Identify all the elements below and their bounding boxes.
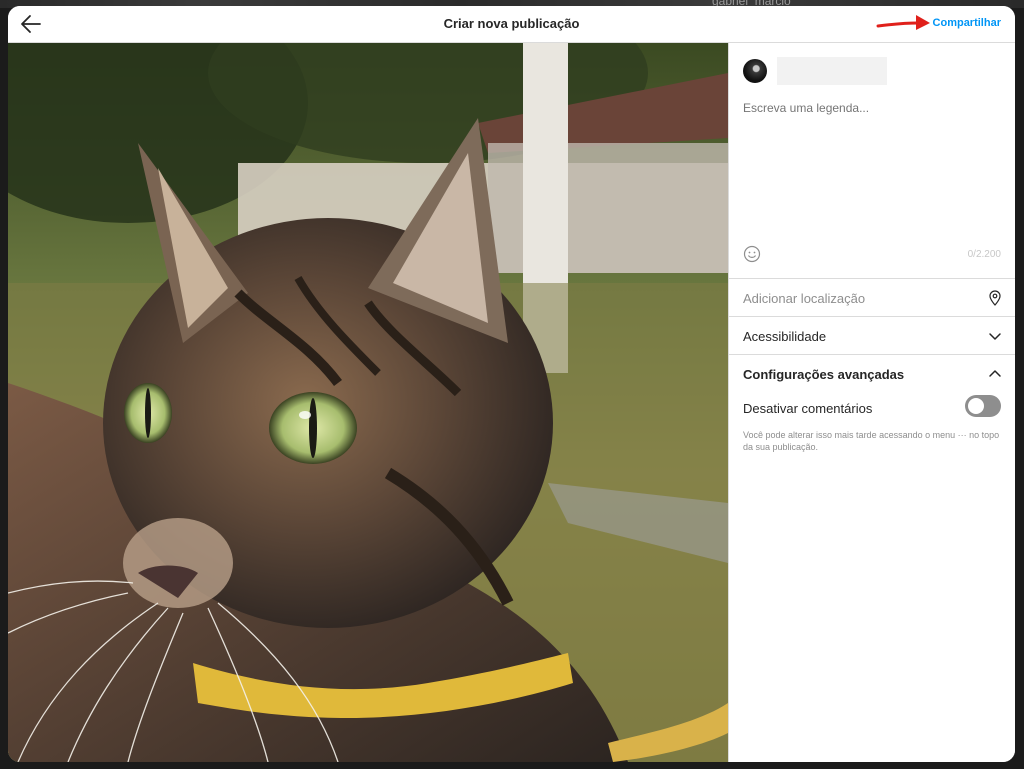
cat-photo (8, 43, 728, 762)
modal-header: Criar nova publicação Compartilhar (8, 6, 1015, 43)
accessibility-row[interactable]: Acessibilidade (729, 316, 1015, 354)
share-button[interactable]: Compartilhar (933, 17, 1001, 29)
create-post-modal: Criar nova publicação Compartilhar Escre… (8, 6, 1015, 762)
red-arrow-annotation (876, 15, 930, 30)
caption-input[interactable] (743, 101, 1003, 241)
author-row (743, 57, 993, 85)
accessibility-label: Acessibilidade (743, 329, 827, 344)
disable-comments-toggle[interactable] (965, 395, 1001, 417)
comments-help-text: Você pode alterar isso mais tarde acessa… (743, 430, 1000, 452)
post-details-panel: 0/2.200 Adicionar localização Acessibili… (728, 43, 1015, 762)
modal-title: Criar nova publicação (443, 16, 580, 31)
add-location-row[interactable]: Adicionar localização (729, 278, 1015, 316)
add-location-label: Adicionar localização (743, 291, 866, 306)
advanced-settings-row[interactable]: Configurações avançadas (729, 354, 1015, 392)
avatar (743, 59, 767, 83)
smiley-icon (743, 245, 761, 263)
advanced-settings-label: Configurações avançadas (743, 367, 905, 382)
map-pin-icon (989, 290, 1001, 306)
chevron-up-icon (989, 370, 1001, 377)
emoji-button[interactable] (743, 245, 761, 263)
toggle-knob (968, 398, 984, 414)
username-redacted (777, 57, 887, 85)
character-counter: 0/2.200 (967, 249, 1001, 260)
chevron-down-icon (989, 333, 1001, 340)
disable-comments-label: Desativar comentários (743, 401, 873, 416)
